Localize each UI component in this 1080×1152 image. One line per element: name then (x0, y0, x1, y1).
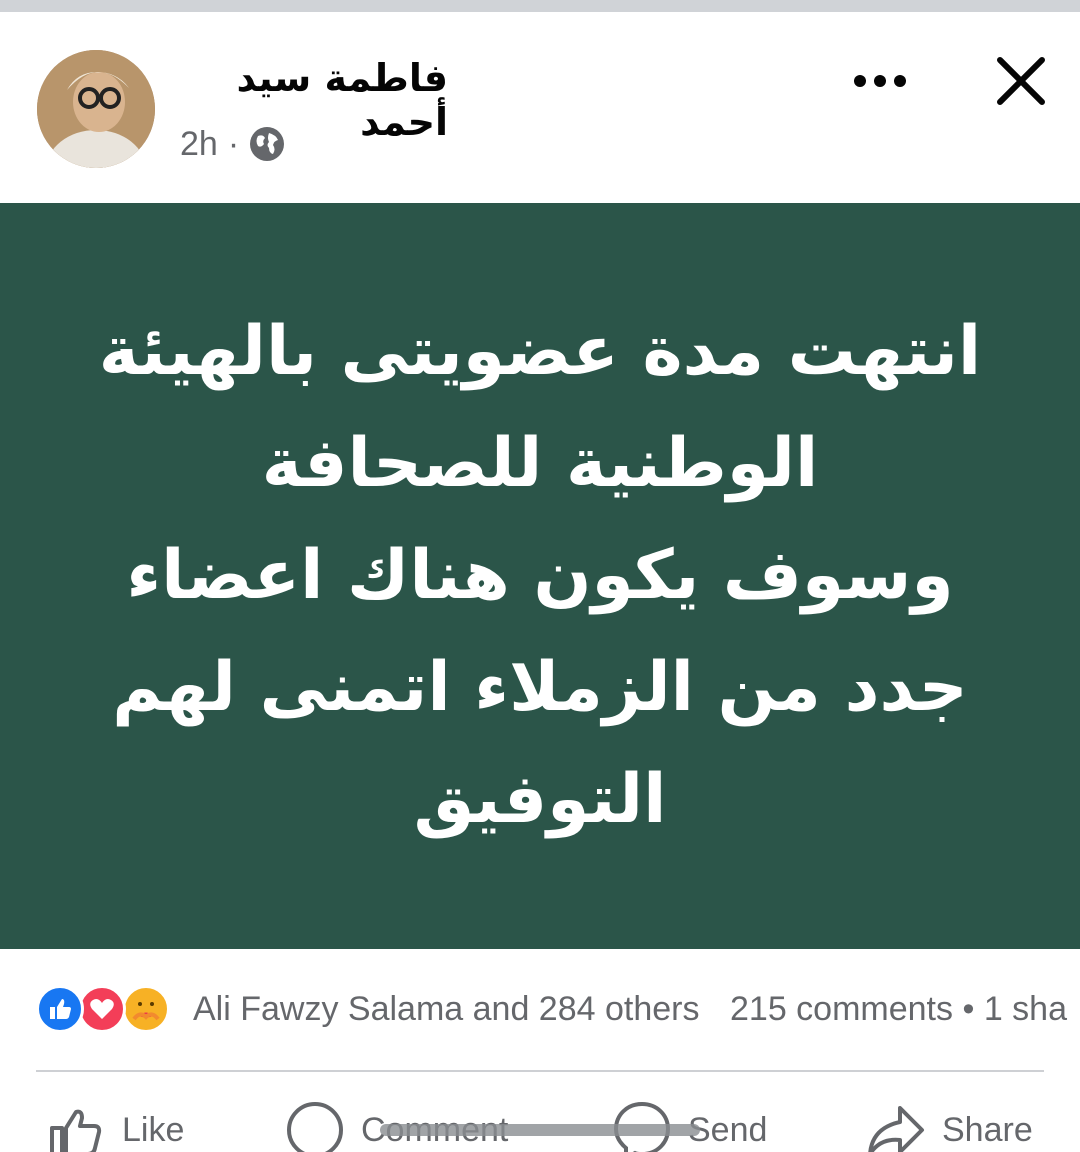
comments-count[interactable]: 215 comments (730, 990, 953, 1028)
post-time[interactable]: 2h (180, 125, 218, 164)
like-icon (50, 1109, 102, 1152)
like-button[interactable]: Like (46, 1100, 184, 1152)
top-strip (0, 0, 1080, 12)
shares-count[interactable]: 1 sha (984, 990, 1067, 1028)
more-options-button[interactable] (850, 56, 910, 106)
globe-icon[interactable] (249, 126, 285, 162)
reaction-summary[interactable]: Ali Fawzy Salama and 284 others (193, 990, 699, 1029)
more-dots-icon (854, 75, 906, 87)
reaction-icons[interactable] (36, 985, 186, 1035)
close-icon (997, 57, 1045, 105)
avatar-photo (37, 50, 155, 168)
share-icon (868, 1106, 924, 1152)
like-reaction-icon (36, 985, 84, 1033)
meta-separator: · (227, 124, 240, 163)
like-label: Like (122, 1110, 185, 1149)
counts-bullet: • (962, 990, 975, 1028)
love-reaction-icon (78, 985, 126, 1033)
avatar[interactable] (37, 50, 155, 168)
comments-shares: 215 comments • 1 sha (730, 990, 1067, 1029)
scroll-indicator (380, 1124, 700, 1136)
post-meta: 2h · (180, 122, 285, 166)
reactions-bar: Ali Fawzy Salama and 284 others 215 comm… (0, 975, 1080, 1045)
post-text-image[interactable]: انتهت مدة عضويتى بالهيئة الوطنية للصحافة… (0, 203, 1080, 949)
share-button[interactable]: Share (866, 1100, 1033, 1152)
care-reaction-icon (122, 985, 170, 1033)
post-image-text: انتهت مدة عضويتى بالهيئة الوطنية للصحافة… (98, 312, 982, 839)
share-label: Share (942, 1110, 1033, 1149)
divider (36, 1070, 1044, 1072)
comment-icon (287, 1102, 343, 1152)
post-header: فاطمة سيد أحمد 2h · (0, 12, 1080, 202)
close-button[interactable] (990, 50, 1052, 112)
